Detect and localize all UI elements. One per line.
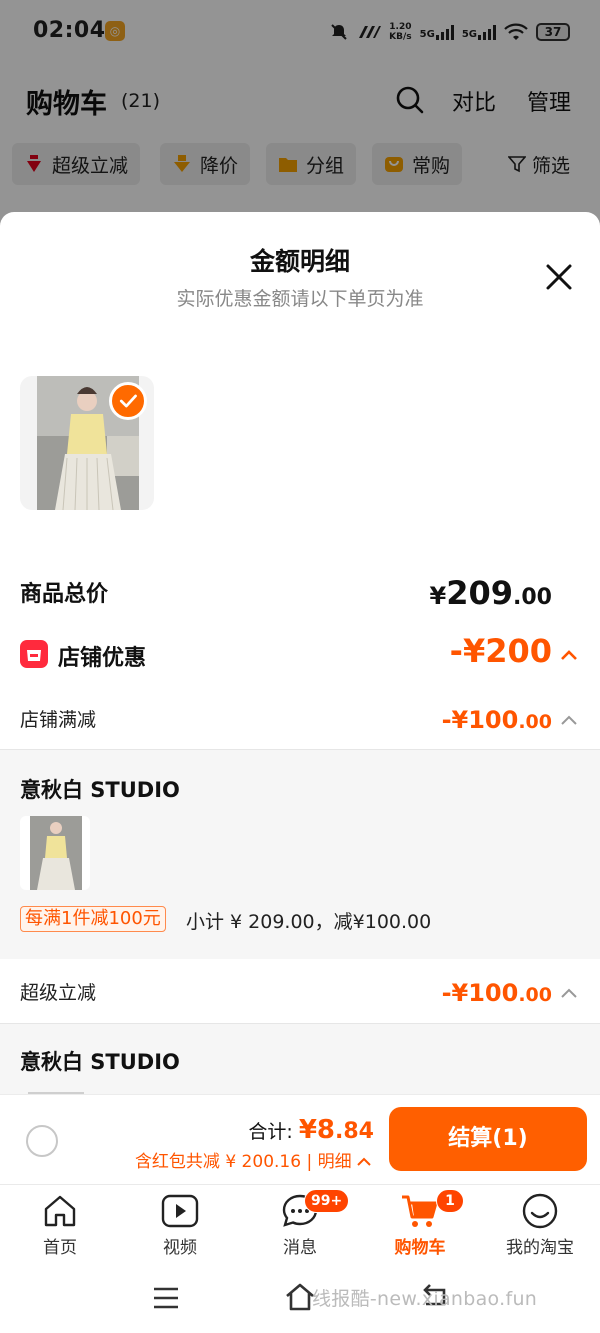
modal-overlay[interactable] [0, 0, 600, 230]
chevron-up-icon[interactable] [560, 649, 578, 661]
checkout-button[interactable]: 结算(1) [389, 1107, 587, 1171]
bottom-tab-bar: 首页 视频 消息 99+ 购物车 1 我的淘宝 [0, 1184, 600, 1262]
discount-note[interactable]: 含红包共减 ¥ 200.16 | 明细 [135, 1147, 371, 1172]
tab-cart[interactable]: 购物车 1 [360, 1189, 480, 1261]
chevron-up-icon[interactable] [560, 714, 578, 726]
tab-label: 我的淘宝 [506, 1238, 574, 1258]
product-image [30, 816, 82, 890]
watermark: 线报酷-new.xianbao.fun [312, 1288, 538, 1310]
message-badge: 99+ [304, 1189, 350, 1213]
tab-label: 视频 [163, 1238, 197, 1258]
checked-icon[interactable] [109, 382, 147, 420]
sheet-subtitle: 实际优惠金额请以下单页为准 [176, 288, 424, 310]
close-icon[interactable] [542, 260, 576, 294]
system-navigation-bar: 线报酷-new.xianbao.fun [0, 1262, 600, 1333]
price-dec: .00 [513, 585, 552, 610]
tab-label: 消息 [283, 1238, 317, 1258]
tab-label: 首页 [43, 1238, 77, 1258]
tab-video[interactable]: 视频 [120, 1191, 240, 1261]
sheet-title: 金额明细 [249, 247, 350, 276]
select-all-radio[interactable] [26, 1125, 58, 1157]
sum-line: 合计: ¥8.84 [248, 1115, 374, 1145]
tab-label: 购物车 [394, 1238, 446, 1258]
full-reduction-detail: 意秋白 STUDIO 每满1件减100元 小计 ¥ 209.00，减¥100.0… [0, 749, 600, 959]
menu-icon[interactable] [152, 1286, 180, 1310]
super-discount-label: 超级立减 [20, 982, 97, 1004]
sum-amount: ¥8.84 [299, 1115, 374, 1145]
checkout-bar: 合计: ¥8.84 含红包共减 ¥ 200.16 | 明细 结算(1) [0, 1094, 600, 1184]
cart-badge: 1 [436, 1189, 464, 1213]
value-dec: .00 [518, 711, 552, 733]
store-name: 意秋白 STUDIO [20, 1050, 180, 1074]
chevron-up-icon [357, 1157, 371, 1166]
total-label: 商品总价 [20, 582, 109, 607]
tab-messages[interactable]: 消息 99+ [240, 1189, 360, 1261]
shop-icon [20, 640, 48, 668]
promo-tag: 每满1件减100元 [20, 906, 166, 932]
total-price: ¥209.00 [430, 574, 552, 612]
sum-int: 8 [316, 1115, 336, 1145]
cart-icon [402, 1195, 438, 1227]
currency: ¥ [429, 582, 447, 610]
full-reduction-label: 店铺满减 [20, 709, 97, 731]
value-main: -¥100 [441, 979, 519, 1007]
video-icon [161, 1194, 199, 1228]
sum-dec: .84 [335, 1119, 374, 1144]
shop-discount-label: 店铺优惠 [58, 646, 147, 671]
super-discount-value[interactable]: -¥100.00 [442, 979, 552, 1007]
value-main: -¥100 [441, 706, 519, 734]
price-int: 209 [446, 574, 514, 612]
store-name: 意秋白 STUDIO [20, 778, 180, 802]
promo-description: 小计 ¥ 209.00，减¥100.00 [186, 911, 432, 933]
chevron-up-icon[interactable] [560, 987, 578, 999]
tab-my-taobao[interactable]: 我的淘宝 [480, 1191, 600, 1261]
sum-label: 合计: [248, 1121, 299, 1143]
sum-currency: ¥ [298, 1115, 317, 1145]
tab-home[interactable]: 首页 [0, 1191, 120, 1261]
home-icon [44, 1195, 76, 1227]
full-reduction-value[interactable]: -¥100.00 [442, 706, 552, 734]
note-text: 含红包共减 ¥ 200.16 | 明细 [134, 1152, 352, 1172]
shop-discount-value[interactable]: -¥200 [450, 632, 552, 670]
smile-icon [522, 1193, 558, 1229]
small-product-thumb [20, 816, 90, 890]
value-dec: .00 [518, 984, 552, 1006]
